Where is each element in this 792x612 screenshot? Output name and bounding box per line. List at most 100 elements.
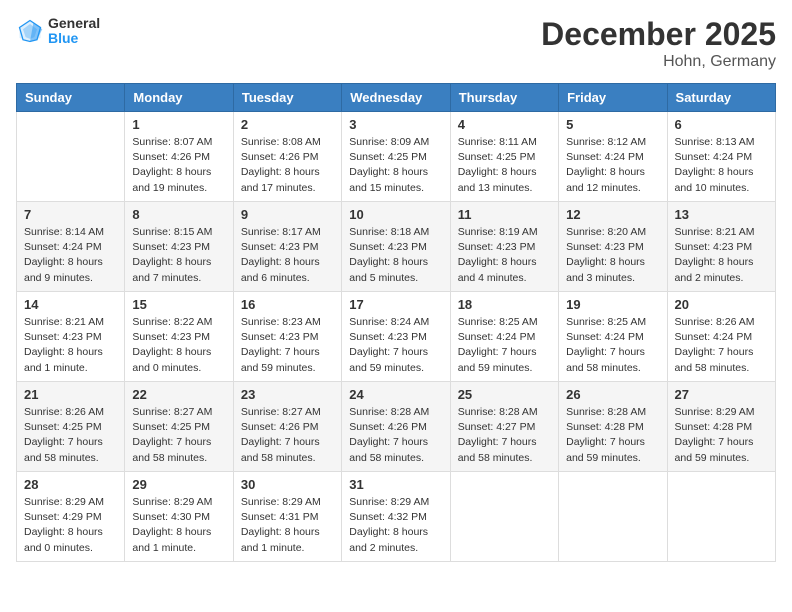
day-number: 2 (241, 117, 334, 132)
calendar-cell: 26 Sunrise: 8:28 AMSunset: 4:28 PMDayligh… (559, 382, 667, 472)
calendar-cell: 1 Sunrise: 8:07 AMSunset: 4:26 PMDaylight… (125, 112, 233, 202)
day-info: Sunrise: 8:17 AMSunset: 4:23 PMDaylight:… (241, 225, 334, 286)
day-number: 24 (349, 387, 442, 402)
calendar-cell: 23Sunrise: 8:27 AMSunset: 4:26 PMDayligh… (233, 382, 341, 472)
day-info: Sunrise: 8:26 AMSunset: 4:25 PMDaylight:… (24, 405, 117, 466)
day-info: Sunrise: 8:20 AMSunset: 4:23 PMDaylight:… (566, 225, 659, 286)
day-info: Sunrise: 8:18 AMSunset: 4:23 PMDaylight:… (349, 225, 442, 286)
calendar-cell: 18Sunrise: 8:25 AMSunset: 4:24 PMDayligh… (450, 292, 558, 382)
calendar-cell: 15Sunrise: 8:22 AMSunset: 4:23 PMDayligh… (125, 292, 233, 382)
calendar-cell: 19Sunrise: 8:25 AMSunset: 4:24 PMDayligh… (559, 292, 667, 382)
day-number: 5 (566, 117, 659, 132)
weekday-header-saturday: Saturday (667, 84, 775, 112)
calendar-cell: 30Sunrise: 8:29 AMSunset: 4:31 PMDayligh… (233, 472, 341, 562)
calendar-cell: 29 Sunrise: 8:29 AMSunset: 4:30 PMDayligh… (125, 472, 233, 562)
calendar-cell: 5 Sunrise: 8:12 AMSunset: 4:24 PMDaylight… (559, 112, 667, 202)
day-number: 12 (566, 207, 659, 222)
weekday-header-wednesday: Wednesday (342, 84, 450, 112)
calendar-cell: 20 Sunrise: 8:26 AMSunset: 4:24 PMDayligh… (667, 292, 775, 382)
calendar-cell: 28 Sunrise: 8:29 AMSunset: 4:29 PMDayligh… (17, 472, 125, 562)
day-info: Sunrise: 8:28 AMSunset: 4:28 PMDaylight:… (566, 405, 659, 466)
page-header: General Blue December 2025 Hohn, Germany (16, 16, 776, 71)
logo-blue: Blue (48, 30, 78, 46)
day-info: Sunrise: 8:19 AMSunset: 4:23 PMDaylight:… (458, 225, 551, 286)
calendar-cell: 6Sunrise: 8:13 AMSunset: 4:24 PMDaylight… (667, 112, 775, 202)
calendar-week-2: 7 Sunrise: 8:14 AMSunset: 4:24 PMDaylight… (17, 202, 776, 292)
title-area: December 2025 Hohn, Germany (541, 16, 776, 71)
day-number: 7 (24, 207, 117, 222)
day-number: 19 (566, 297, 659, 312)
calendar-cell: 3Sunrise: 8:09 AMSunset: 4:25 PMDaylight… (342, 112, 450, 202)
day-info: Sunrise: 8:14 AMSunset: 4:24 PMDaylight:… (24, 225, 117, 286)
weekday-header-thursday: Thursday (450, 84, 558, 112)
day-info: Sunrise: 8:23 AMSunset: 4:23 PMDaylight:… (241, 315, 334, 376)
calendar-cell: 4Sunrise: 8:11 AMSunset: 4:25 PMDaylight… (450, 112, 558, 202)
calendar-cell: 10Sunrise: 8:18 AMSunset: 4:23 PMDayligh… (342, 202, 450, 292)
calendar-cell: 12 Sunrise: 8:20 AMSunset: 4:23 PMDayligh… (559, 202, 667, 292)
day-number: 15 (132, 297, 225, 312)
logo: General Blue (16, 16, 100, 47)
day-info: Sunrise: 8:27 AMSunset: 4:25 PMDaylight:… (132, 405, 225, 466)
day-number: 29 (132, 477, 225, 492)
calendar-cell: 24 Sunrise: 8:28 AMSunset: 4:26 PMDayligh… (342, 382, 450, 472)
calendar-cell: 7 Sunrise: 8:14 AMSunset: 4:24 PMDaylight… (17, 202, 125, 292)
day-info: Sunrise: 8:12 AMSunset: 4:24 PMDaylight:… (566, 135, 659, 196)
calendar-cell: 8Sunrise: 8:15 AMSunset: 4:23 PMDaylight… (125, 202, 233, 292)
calendar-cell (450, 472, 558, 562)
day-info: Sunrise: 8:28 AMSunset: 4:27 PMDaylight:… (458, 405, 551, 466)
day-info: Sunrise: 8:07 AMSunset: 4:26 PMDaylight:… (132, 135, 225, 196)
day-number: 17 (349, 297, 442, 312)
calendar-cell (559, 472, 667, 562)
day-info: Sunrise: 8:27 AMSunset: 4:26 PMDaylight:… (241, 405, 334, 466)
day-number: 25 (458, 387, 551, 402)
logo-text: General Blue (48, 16, 100, 47)
weekday-header-sunday: Sunday (17, 84, 125, 112)
day-number: 28 (24, 477, 117, 492)
calendar-cell: 11 Sunrise: 8:19 AMSunset: 4:23 PMDayligh… (450, 202, 558, 292)
day-number: 27 (675, 387, 768, 402)
day-number: 20 (675, 297, 768, 312)
calendar-cell: 13Sunrise: 8:21 AMSunset: 4:23 PMDayligh… (667, 202, 775, 292)
calendar-cell: 14 Sunrise: 8:21 AMSunset: 4:23 PMDayligh… (17, 292, 125, 382)
calendar-cell: 17 Sunrise: 8:24 AMSunset: 4:23 PMDayligh… (342, 292, 450, 382)
weekday-header-row: SundayMondayTuesdayWednesdayThursdayFrid… (17, 84, 776, 112)
day-number: 11 (458, 207, 551, 222)
calendar-table: SundayMondayTuesdayWednesdayThursdayFrid… (16, 83, 776, 562)
logo-icon (16, 17, 44, 45)
calendar-cell: 9 Sunrise: 8:17 AMSunset: 4:23 PMDaylight… (233, 202, 341, 292)
calendar-cell (667, 472, 775, 562)
calendar-cell: 22 Sunrise: 8:27 AMSunset: 4:25 PMDayligh… (125, 382, 233, 472)
day-info: Sunrise: 8:29 AMSunset: 4:31 PMDaylight:… (241, 495, 334, 556)
calendar-cell (17, 112, 125, 202)
calendar-cell: 2 Sunrise: 8:08 AMSunset: 4:26 PMDaylight… (233, 112, 341, 202)
day-info: Sunrise: 8:29 AMSunset: 4:30 PMDaylight:… (132, 495, 225, 556)
calendar-week-4: 21 Sunrise: 8:26 AMSunset: 4:25 PMDayligh… (17, 382, 776, 472)
day-info: Sunrise: 8:29 AMSunset: 4:29 PMDaylight:… (24, 495, 117, 556)
calendar-cell: 21 Sunrise: 8:26 AMSunset: 4:25 PMDayligh… (17, 382, 125, 472)
day-number: 6 (675, 117, 768, 132)
day-info: Sunrise: 8:11 AMSunset: 4:25 PMDaylight:… (458, 135, 551, 196)
day-info: Sunrise: 8:08 AMSunset: 4:26 PMDaylight:… (241, 135, 334, 196)
calendar-cell: 16Sunrise: 8:23 AMSunset: 4:23 PMDayligh… (233, 292, 341, 382)
day-number: 13 (675, 207, 768, 222)
day-info: Sunrise: 8:24 AMSunset: 4:23 PMDaylight:… (349, 315, 442, 376)
day-number: 26 (566, 387, 659, 402)
weekday-header-friday: Friday (559, 84, 667, 112)
day-number: 1 (132, 117, 225, 132)
day-number: 21 (24, 387, 117, 402)
day-info: Sunrise: 8:21 AMSunset: 4:23 PMDaylight:… (24, 315, 117, 376)
day-info: Sunrise: 8:29 AMSunset: 4:28 PMDaylight:… (675, 405, 768, 466)
day-number: 9 (241, 207, 334, 222)
logo-general: General (48, 15, 100, 31)
day-number: 3 (349, 117, 442, 132)
calendar-week-1: 1 Sunrise: 8:07 AMSunset: 4:26 PMDaylight… (17, 112, 776, 202)
calendar-week-3: 14 Sunrise: 8:21 AMSunset: 4:23 PMDayligh… (17, 292, 776, 382)
weekday-header-monday: Monday (125, 84, 233, 112)
location-title: Hohn, Germany (541, 53, 776, 71)
day-info: Sunrise: 8:26 AMSunset: 4:24 PMDaylight:… (675, 315, 768, 376)
day-number: 14 (24, 297, 117, 312)
month-title: December 2025 (541, 16, 776, 53)
day-number: 22 (132, 387, 225, 402)
day-info: Sunrise: 8:29 AMSunset: 4:32 PMDaylight:… (349, 495, 442, 556)
day-info: Sunrise: 8:28 AMSunset: 4:26 PMDaylight:… (349, 405, 442, 466)
